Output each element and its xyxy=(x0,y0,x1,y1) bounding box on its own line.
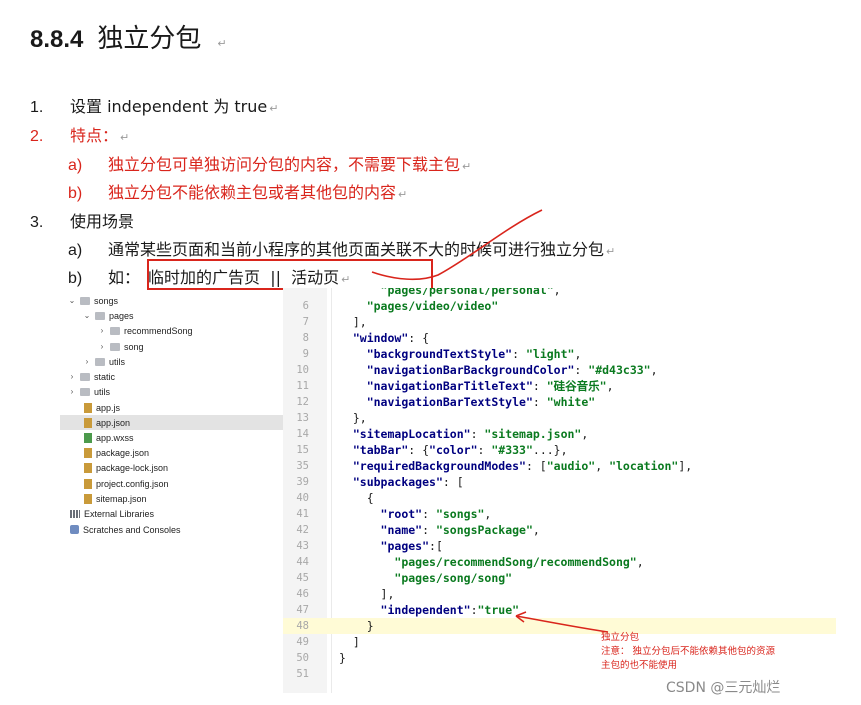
arrow-line xyxy=(515,615,609,633)
watermark: CSDN @三元灿烂 xyxy=(666,680,781,696)
check-stroke xyxy=(371,209,543,281)
annotation-strokes xyxy=(371,209,609,633)
